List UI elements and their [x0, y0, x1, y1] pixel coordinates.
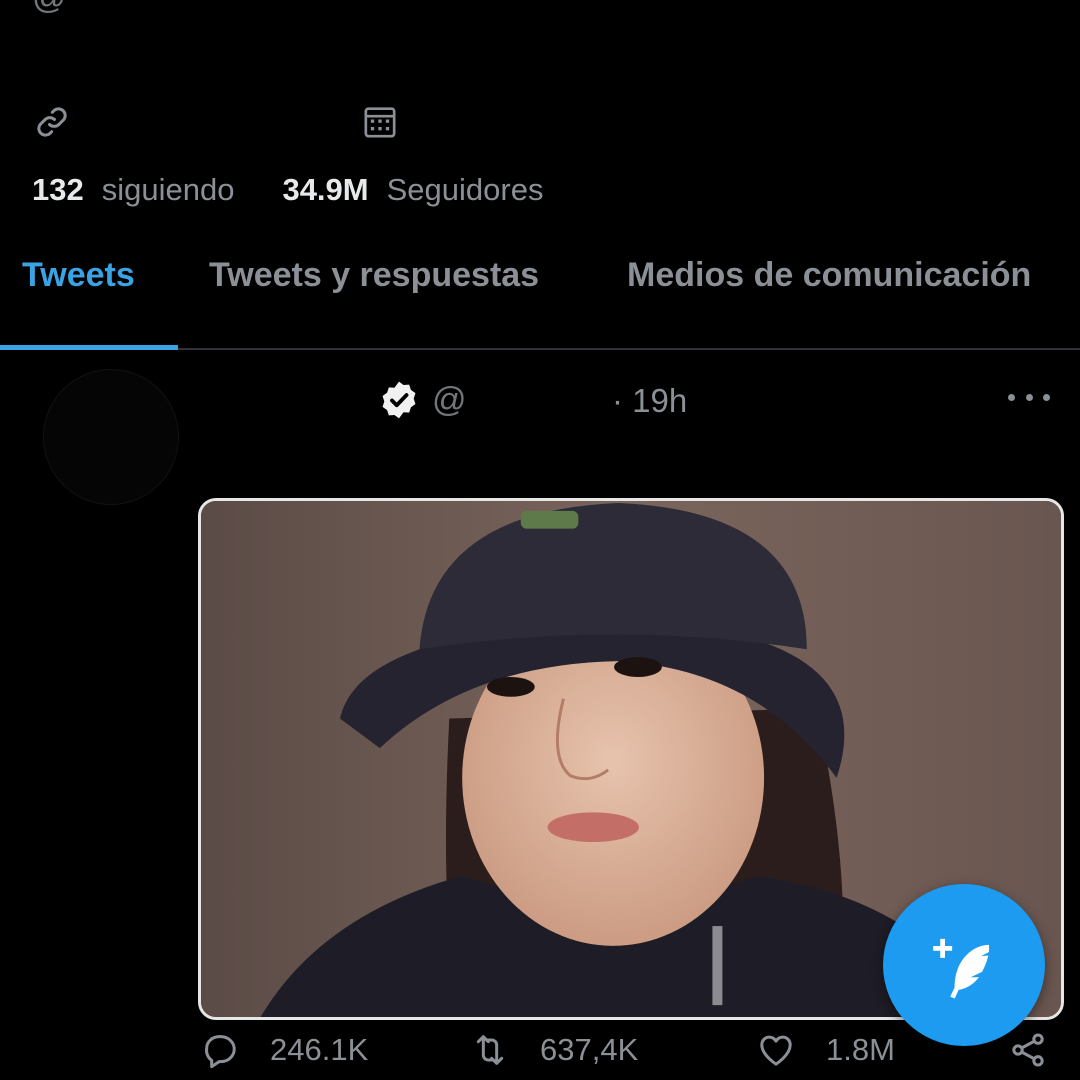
heart-icon — [760, 1035, 792, 1066]
reply-icon — [205, 1035, 236, 1069]
share-button[interactable] — [1008, 1030, 1048, 1070]
retweet-button[interactable]: 637,4K — [470, 1030, 638, 1070]
tweet-header: @ — [378, 378, 467, 422]
follow-stats: 132 siguiendo 34.9M Seguidores — [32, 172, 543, 208]
compose-tweet-button[interactable] — [883, 884, 1045, 1046]
following-label[interactable]: siguiendo — [102, 172, 235, 208]
tweet-timestamp[interactable]: · 19h — [612, 382, 687, 420]
share-icon — [1012, 1033, 1044, 1067]
following-count[interactable]: 132 — [32, 172, 84, 208]
tweet-action-bar: 246.1K 637,4K 1.8M — [0, 1030, 1080, 1078]
tweet-author-handle[interactable]: @ — [432, 381, 467, 420]
active-tab-indicator — [0, 345, 178, 350]
like-count: 1.8M — [826, 1032, 895, 1067]
calendar-icon — [358, 100, 402, 144]
profile-handle: @ — [32, 0, 67, 17]
followers-label[interactable]: Seguidores — [387, 172, 544, 208]
more-options-icon[interactable] — [1008, 382, 1050, 412]
tab-tweets[interactable]: Tweets — [22, 256, 135, 295]
verified-badge-icon — [378, 379, 420, 421]
compose-tweet-icon — [933, 938, 990, 999]
avatar[interactable] — [44, 370, 178, 504]
tab-tweets-replies[interactable]: Tweets y respuestas — [209, 256, 539, 295]
tab-media[interactable]: Medios de comunicación — [627, 256, 1031, 295]
reply-count: 246.1K — [270, 1032, 369, 1067]
profile-tabs: Tweets Tweets y respuestas Medios de com… — [0, 232, 1080, 350]
link-icon[interactable] — [30, 100, 74, 144]
reply-button[interactable]: 246.1K — [200, 1030, 368, 1070]
retweet-icon — [476, 1035, 504, 1065]
retweet-count: 637,4K — [540, 1032, 639, 1067]
like-button[interactable]: 1.8M — [756, 1030, 895, 1070]
followers-count[interactable]: 34.9M — [282, 172, 368, 208]
